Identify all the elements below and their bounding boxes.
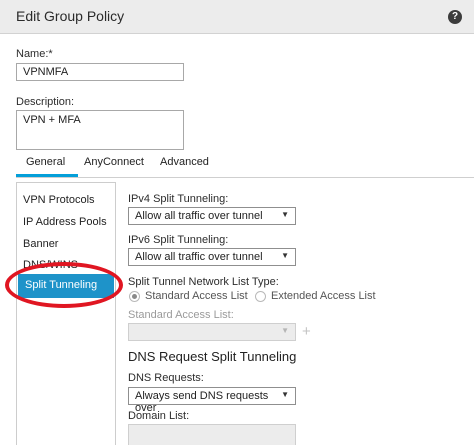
dns-split-heading: DNS Request Split Tunneling <box>128 349 297 364</box>
ipv6-split-value: Allow all traffic over tunnel <box>135 251 263 263</box>
nav-item-dns-wins[interactable]: DNS/WINS <box>23 259 78 271</box>
name-label: Name:* <box>16 48 53 60</box>
radio-standard-access-list[interactable] <box>129 291 140 302</box>
radio-extended-access-list[interactable] <box>255 291 266 302</box>
settings-nav-panel: VPN Protocols IP Address Pools Banner DN… <box>16 182 116 445</box>
nav-item-banner[interactable]: Banner <box>23 238 58 250</box>
tab-advanced[interactable]: Advanced <box>160 156 209 168</box>
chevron-down-icon: ▼ <box>281 210 289 219</box>
add-icon[interactable]: + <box>302 323 311 340</box>
ipv4-split-value: Allow all traffic over tunnel <box>135 210 263 222</box>
nav-item-split-tunneling[interactable]: Split Tunneling <box>18 274 114 298</box>
dns-requests-label: DNS Requests: <box>128 372 204 384</box>
list-type-label: Split Tunnel Network List Type: <box>128 276 279 288</box>
dns-requests-select[interactable]: Always send DNS requests over ▼ <box>128 387 296 414</box>
chevron-down-icon: ▼ <box>281 326 289 335</box>
name-input[interactable]: VPNMFA <box>16 63 184 81</box>
ipv4-split-label: IPv4 Split Tunneling: <box>128 193 229 205</box>
tab-general[interactable]: General <box>26 156 65 168</box>
description-textarea[interactable]: VPN + MFA <box>16 110 184 150</box>
ipv4-split-select[interactable]: Allow all traffic over tunnel ▼ <box>128 207 296 225</box>
radio-extended-label: Extended Access List <box>271 290 376 302</box>
chevron-down-icon: ▼ <box>281 251 289 260</box>
nav-item-ip-address-pools[interactable]: IP Address Pools <box>23 216 107 228</box>
standard-access-list-label: Standard Access List: <box>128 309 234 321</box>
nav-item-vpn-protocols[interactable]: VPN Protocols <box>23 194 95 206</box>
ipv6-split-label: IPv6 Split Tunneling: <box>128 234 229 246</box>
chevron-down-icon: ▼ <box>281 390 289 399</box>
description-label: Description: <box>16 96 75 108</box>
ipv6-split-select[interactable]: Allow all traffic over tunnel ▼ <box>128 248 296 266</box>
dialog-header: Edit Group Policy ? <box>0 0 474 34</box>
dialog-title: Edit Group Policy <box>16 8 125 24</box>
tab-anyconnect[interactable]: AnyConnect <box>84 156 144 168</box>
domain-list-label: Domain List: <box>128 410 190 422</box>
help-icon[interactable]: ? <box>448 10 462 24</box>
radio-standard-label: Standard Access List <box>145 290 248 302</box>
standard-access-list-select[interactable]: ▼ <box>128 323 296 341</box>
domain-list-input[interactable] <box>128 424 296 445</box>
tabs-divider <box>16 177 474 178</box>
